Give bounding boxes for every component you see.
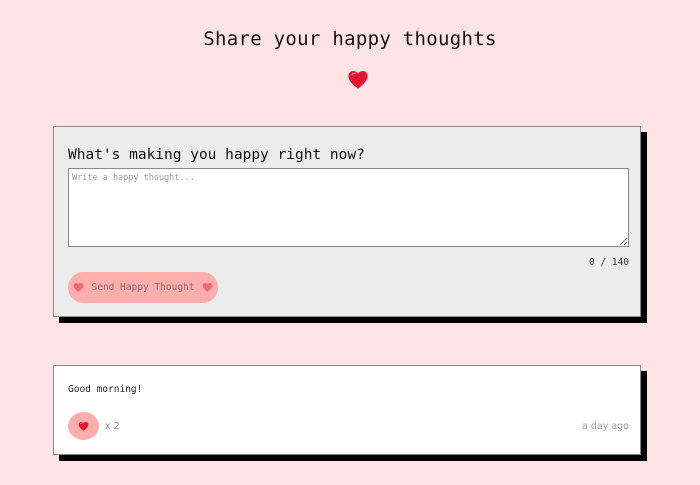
heart-icon bbox=[73, 283, 83, 292]
like-button[interactable] bbox=[68, 412, 99, 440]
like-count: x 2 bbox=[105, 421, 120, 432]
form-question: What's making you happy right now? bbox=[68, 147, 365, 163]
char-counter: 0 / 140 bbox=[588, 257, 629, 268]
thought-timestamp: a day ago bbox=[582, 421, 629, 432]
send-happy-thought-button[interactable]: Send Happy Thought bbox=[68, 272, 218, 303]
heart-icon bbox=[348, 71, 368, 89]
thought-message: Good morning! bbox=[68, 384, 143, 395]
thought-form-card: What's making you happy right now? 0 / 1… bbox=[53, 126, 641, 317]
page-title: Share your happy thoughts bbox=[203, 28, 497, 50]
heart-icon bbox=[78, 421, 89, 431]
thought-card: Good morning! x 2 a day ago bbox=[53, 365, 641, 455]
heart-icon bbox=[203, 283, 213, 292]
send-button-label: Send Happy Thought bbox=[91, 282, 195, 293]
thought-input[interactable] bbox=[68, 168, 629, 247]
